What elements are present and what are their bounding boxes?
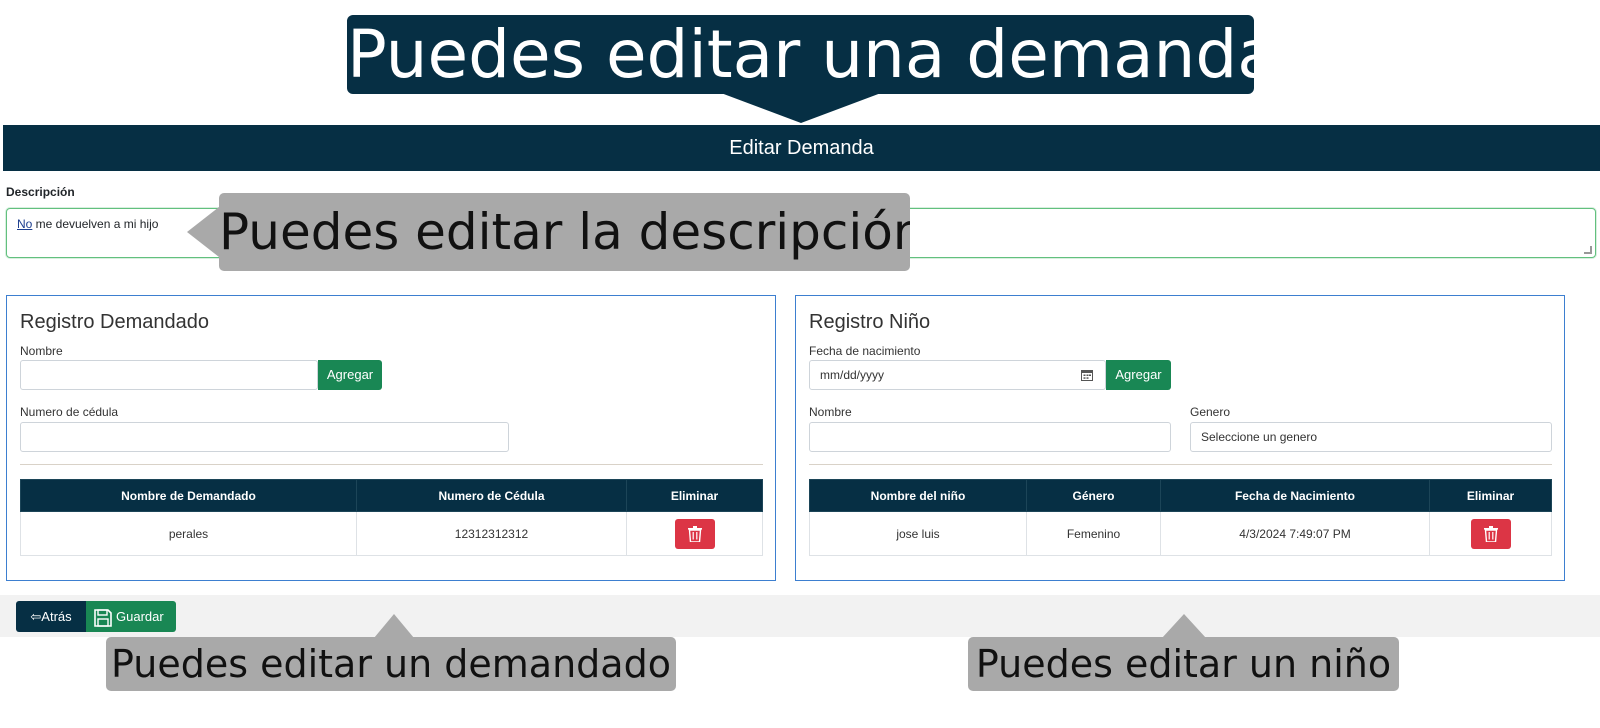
registro-demandado-panel: Registro Demandado Nombre Agregar Numero…: [6, 295, 776, 581]
column-header: Eliminar: [1429, 479, 1552, 512]
callout-pointer: [374, 614, 414, 638]
nino-fecha-cell: 4/3/2024 7:49:07 PM: [1160, 511, 1430, 556]
column-header: Fecha de Nacimiento: [1160, 479, 1430, 512]
trash-icon: [1483, 525, 1498, 542]
divider: [809, 464, 1552, 465]
panel-title: Registro Niño: [809, 311, 931, 333]
nombre-nino-input[interactable]: [809, 422, 1171, 452]
genero-label: Genero: [1190, 405, 1231, 419]
description-label: Descripción: [6, 185, 75, 199]
callout-edit-demandado: Puedes editar un demandado: [106, 637, 676, 691]
footer-bar: [0, 595, 1600, 637]
nombre-nino-label: Nombre: [809, 405, 852, 419]
column-header: Numero de Cédula: [356, 479, 627, 512]
agregar-demandado-button[interactable]: Agregar: [318, 360, 382, 390]
arrow-left-icon: ⇦: [30, 609, 42, 624]
nombre-input[interactable]: [20, 360, 318, 390]
column-header: Género: [1026, 479, 1161, 512]
nino-genero-cell: Femenino: [1026, 511, 1161, 556]
registro-nino-panel: Registro Niño Fecha de nacimiento mm/dd/…: [795, 295, 1565, 581]
save-icon: [94, 608, 112, 627]
delete-cell: [626, 511, 763, 556]
callout-pointer: [721, 93, 881, 123]
save-button[interactable]: Guardar: [86, 601, 176, 632]
cedula-label: Numero de cédula: [20, 405, 119, 419]
fecha-placeholder: mm/dd/yyyy: [820, 368, 885, 382]
cedula-input[interactable]: [20, 422, 509, 452]
delete-nino-button[interactable]: [1470, 518, 1511, 549]
nombre-label: Nombre: [20, 344, 63, 358]
callout-edit-nino: Puedes editar un niño: [968, 637, 1399, 691]
column-header: Nombre del niño: [809, 479, 1027, 512]
nino-nombre-cell: jose luis: [809, 511, 1027, 556]
fecha-label: Fecha de nacimiento: [809, 344, 921, 358]
callout-pointer: [187, 207, 219, 257]
column-header: Nombre de Demandado: [20, 479, 357, 512]
panel-title: Registro Demandado: [20, 311, 209, 333]
callout-edit-demanda: Puedes editar una demanda: [347, 15, 1254, 125]
description-text: me devuelven a mi hijo: [32, 217, 159, 231]
agregar-nino-button[interactable]: Agregar: [1106, 360, 1171, 390]
callout-edit-description: Puedes editar la descripción: [219, 193, 910, 271]
demandados-table: Nombre de Demandado Numero de Cédula Eli…: [20, 479, 763, 556]
table-row: jose luis Femenino 4/3/2024 7:49:07 PM: [809, 511, 1552, 556]
callout-edit-demanda-text: Puedes editar una demanda: [347, 15, 1254, 94]
trash-icon: [687, 525, 702, 542]
fecha-nacimiento-input[interactable]: mm/dd/yyyy: [809, 360, 1106, 390]
demandado-nombre-cell: perales: [20, 511, 357, 556]
table-row: perales 12312312312: [20, 511, 763, 556]
delete-demandado-button[interactable]: [674, 518, 715, 549]
ninos-table: Nombre del niño Género Fecha de Nacimien…: [809, 479, 1552, 556]
page-title: Editar Demanda: [3, 125, 1600, 171]
genero-select[interactable]: Seleccione un genero: [1190, 422, 1552, 452]
callout-pointer: [1162, 614, 1206, 638]
resize-handle[interactable]: [1584, 246, 1592, 254]
demandado-cedula-cell: 12312312312: [356, 511, 627, 556]
back-button[interactable]: ⇦Atrás: [16, 601, 86, 632]
back-label: Atrás: [41, 609, 72, 624]
divider: [20, 464, 763, 465]
calendar-icon[interactable]: [1081, 369, 1093, 381]
column-header: Eliminar: [626, 479, 763, 512]
delete-cell: [1429, 511, 1552, 556]
description-first-word: No: [17, 217, 33, 231]
save-label: Guardar: [116, 609, 164, 624]
